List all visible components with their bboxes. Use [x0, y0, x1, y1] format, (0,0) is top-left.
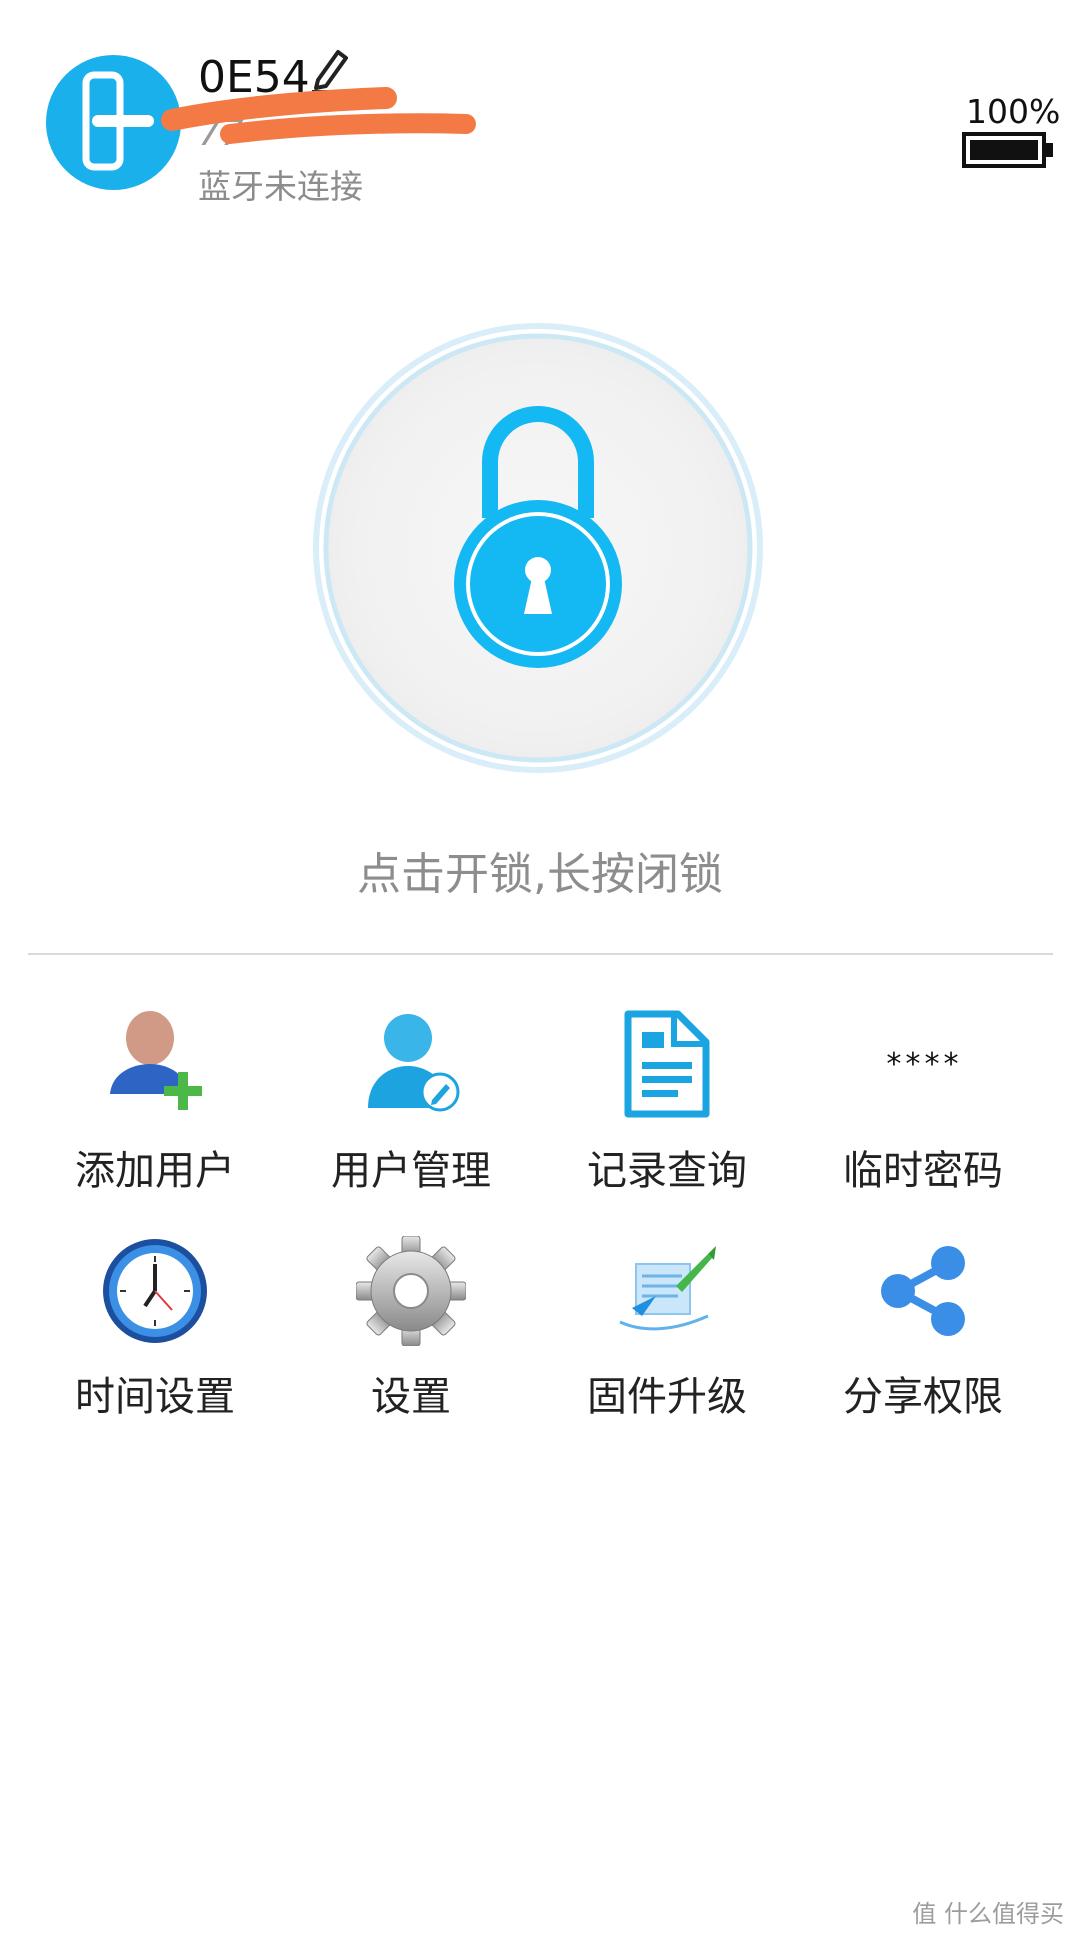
divider	[28, 953, 1053, 955]
door-handle-icon	[82, 71, 154, 171]
edit-icon[interactable]	[308, 42, 358, 96]
share-icon	[881, 1246, 965, 1336]
grid-item-share-permission[interactable]: 分享权限	[793, 1236, 1043, 1426]
grid-item-label: 用户管理	[331, 1148, 491, 1194]
grid-item-label: 固件升级	[587, 1374, 747, 1420]
grid-item-records[interactable]: 记录查询	[537, 1010, 787, 1200]
user-manage-icon	[368, 1014, 460, 1112]
grid-item-label: 设置	[371, 1374, 451, 1420]
grid-item-settings[interactable]: 设置	[281, 1236, 531, 1426]
unlock-hint: 点击开锁,长按闭锁	[357, 849, 723, 900]
grid-item-label: 记录查询	[587, 1148, 747, 1194]
bluetooth-status: 蓝牙未连接	[198, 167, 363, 206]
rocket-upgrade-icon	[619, 1246, 716, 1331]
device-id: 77	[198, 113, 244, 154]
grid-item-time-settings[interactable]: 时间设置	[25, 1236, 275, 1426]
clock-icon	[103, 1239, 207, 1343]
lock-avatar[interactable]	[46, 55, 181, 190]
grid-item-temp-password[interactable]: **** 临时密码	[793, 1010, 1043, 1200]
battery-percent: 100%	[966, 92, 1061, 131]
gear-icon	[356, 1236, 466, 1346]
add-user-icon	[110, 1011, 202, 1110]
watermark: 值 什么值得买	[912, 1900, 1064, 1928]
grid-item-label: 分享权限	[843, 1374, 1003, 1420]
grid-item-label: 时间设置	[75, 1374, 235, 1420]
password-asterisk-icon: ****	[884, 1047, 962, 1082]
grid-item-label: 添加用户	[75, 1148, 235, 1194]
battery-icon	[962, 132, 1053, 168]
grid-item-user-manage[interactable]: 用户管理	[281, 1010, 531, 1200]
grid-item-firmware-upgrade[interactable]: 固件升级	[537, 1236, 787, 1426]
record-document-icon	[624, 1010, 710, 1118]
unlock-button[interactable]	[312, 322, 764, 774]
device-name: 0E54	[198, 52, 310, 103]
grid-item-add-user[interactable]: 添加用户	[25, 1010, 275, 1200]
grid-item-label: 临时密码	[843, 1148, 1003, 1194]
